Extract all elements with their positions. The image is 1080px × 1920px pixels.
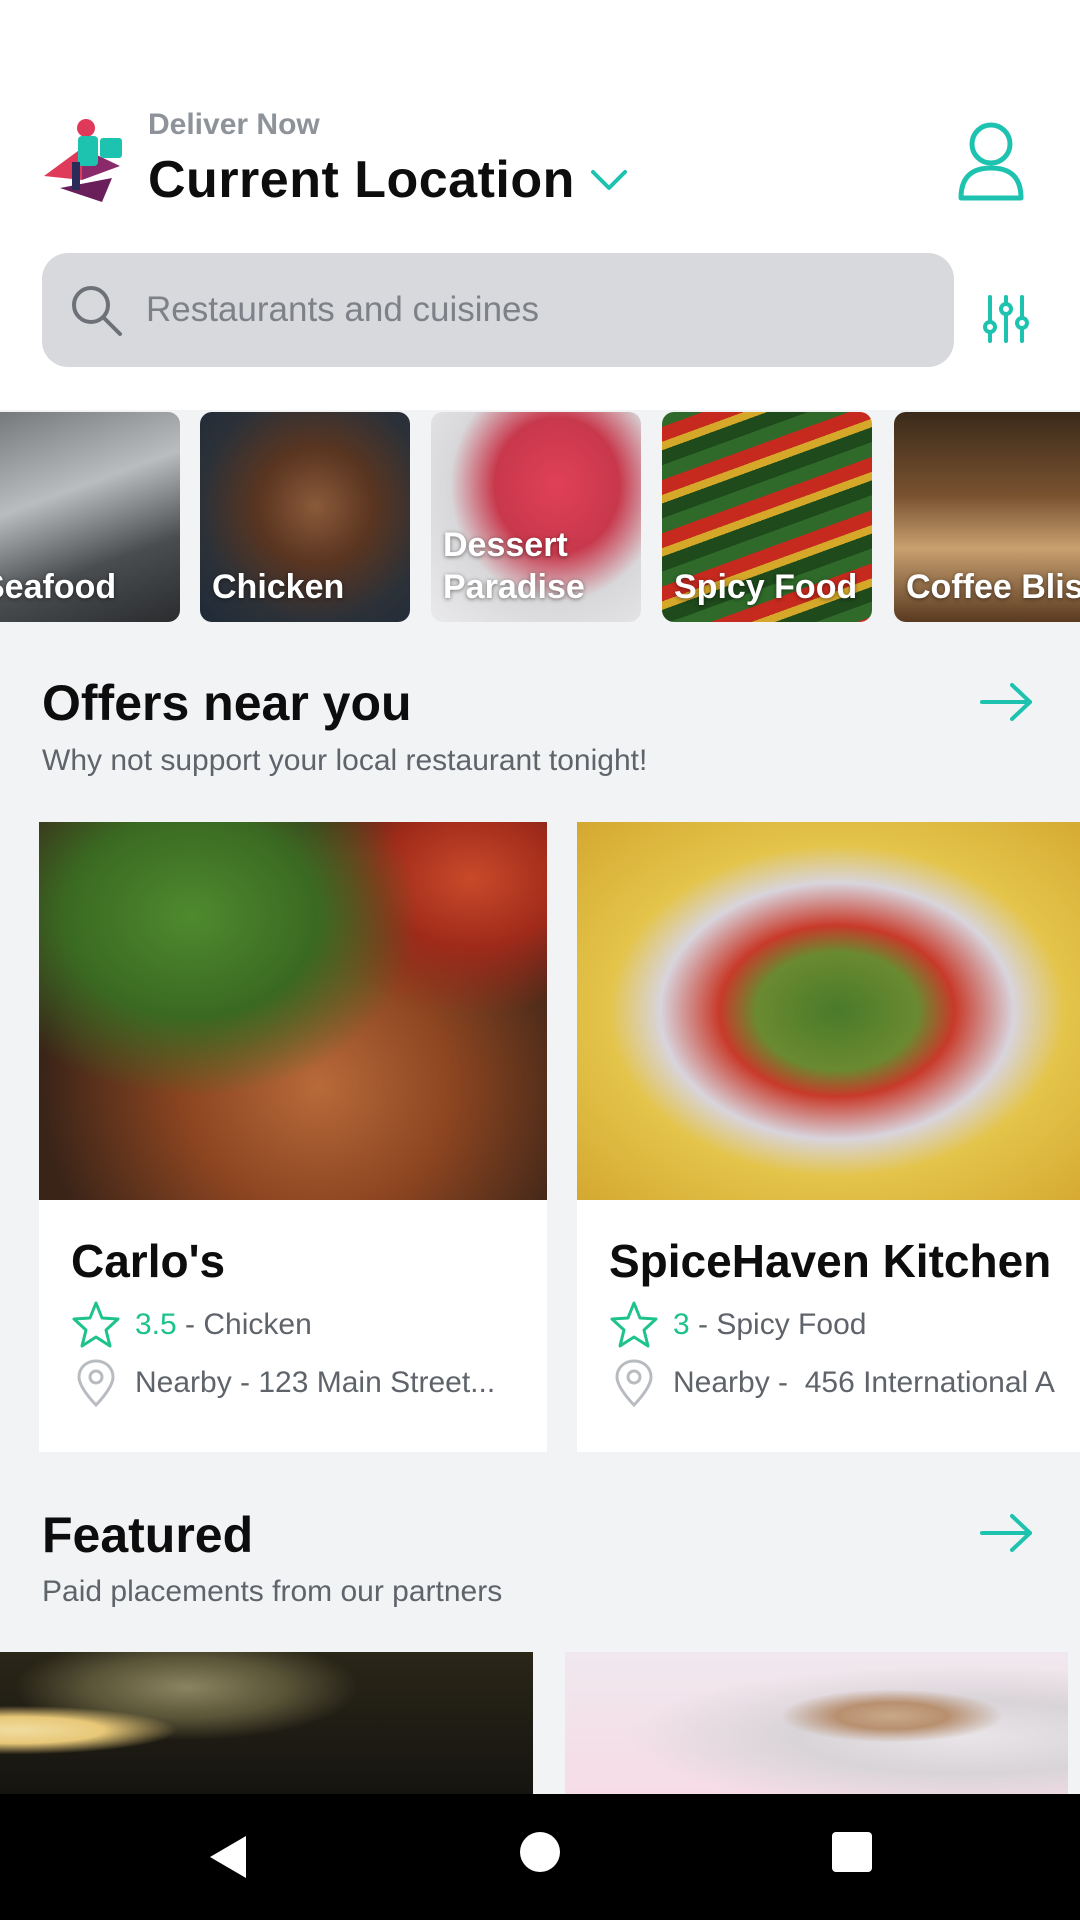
restaurant-name: SpiceHaven Kitchen bbox=[609, 1235, 1052, 1287]
rating-value: 3.5 bbox=[135, 1308, 177, 1341]
profile-icon[interactable] bbox=[955, 120, 1027, 204]
star-icon bbox=[610, 1301, 658, 1348]
category-label: Spicy Food bbox=[674, 568, 858, 606]
back-icon[interactable] bbox=[204, 1832, 254, 1882]
restaurant-card[interactable]: Carlo's 3.5 - Chicken Nearby - 123 Main … bbox=[39, 822, 547, 1452]
featured-title: Featured bbox=[42, 1507, 254, 1563]
cuisine-label: Chicken bbox=[203, 1308, 312, 1341]
offers-title: Offers near you bbox=[42, 675, 412, 731]
category-label: Dessert Paradise bbox=[443, 526, 585, 606]
home-icon[interactable] bbox=[520, 1832, 560, 1872]
category-tile[interactable]: Spicy Food bbox=[662, 412, 872, 622]
star-icon bbox=[72, 1301, 120, 1348]
location-selector[interactable]: Current Location bbox=[148, 150, 629, 210]
address-text: Nearby - 123 Main Street... bbox=[135, 1366, 496, 1399]
rating-value: 3 bbox=[673, 1308, 690, 1341]
category-tile[interactable]: Seafood bbox=[0, 412, 180, 622]
search-bar[interactable] bbox=[42, 253, 954, 367]
rating-row: 3 - Spicy Food bbox=[609, 1300, 866, 1350]
cuisine-label: Spicy Food bbox=[716, 1308, 867, 1341]
category-label: Chicken bbox=[212, 568, 345, 606]
rating-separator: - bbox=[176, 1308, 204, 1341]
restaurant-card[interactable]: SpiceHaven Kitchen 3 - Spicy Food Nearby… bbox=[577, 822, 1080, 1452]
chevron-down-icon bbox=[590, 170, 627, 190]
category-label: Coffee Bliss bbox=[906, 568, 1080, 606]
address-text: Nearby - 456 International A bbox=[673, 1366, 1055, 1399]
arrow-right-icon[interactable] bbox=[980, 682, 1034, 722]
search-input[interactable] bbox=[146, 290, 926, 330]
restaurant-name: Carlo's bbox=[71, 1235, 226, 1287]
rating-separator: - bbox=[689, 1308, 717, 1341]
search-icon bbox=[72, 286, 122, 336]
featured-card[interactable] bbox=[0, 1652, 533, 1794]
deliver-now-label: Deliver Now bbox=[148, 108, 320, 141]
category-tile[interactable]: Coffee Bliss bbox=[894, 412, 1080, 622]
location-pin-icon bbox=[615, 1359, 653, 1408]
offers-subtitle: Why not support your local restaurant to… bbox=[42, 744, 648, 777]
featured-subtitle: Paid placements from our partners bbox=[42, 1575, 503, 1608]
category-label: Seafood bbox=[0, 568, 117, 606]
location-pin-icon bbox=[77, 1359, 115, 1408]
category-tile[interactable]: Chicken bbox=[200, 412, 410, 622]
category-tile[interactable]: Dessert Paradise bbox=[431, 412, 641, 622]
address-row: Nearby - 123 Main Street... bbox=[75, 1358, 495, 1408]
top-bar: Deliver Now Current Location bbox=[0, 0, 1080, 410]
recents-icon[interactable] bbox=[832, 1832, 872, 1872]
address-row: Nearby - 456 International A bbox=[613, 1358, 1055, 1408]
arrow-right-icon[interactable] bbox=[980, 1513, 1034, 1553]
restaurant-image bbox=[39, 822, 547, 1200]
location-title: Current Location bbox=[148, 151, 575, 209]
rating-row: 3.5 - Chicken bbox=[71, 1300, 312, 1350]
system-nav-bar bbox=[0, 1794, 1080, 1920]
restaurant-image bbox=[577, 822, 1080, 1200]
logo-icon bbox=[44, 119, 122, 202]
filter-icon[interactable] bbox=[980, 293, 1032, 345]
featured-card[interactable] bbox=[565, 1652, 1068, 1794]
category-carousel[interactable]: Seafood Chicken Dessert Paradise Spicy F… bbox=[0, 412, 1080, 622]
